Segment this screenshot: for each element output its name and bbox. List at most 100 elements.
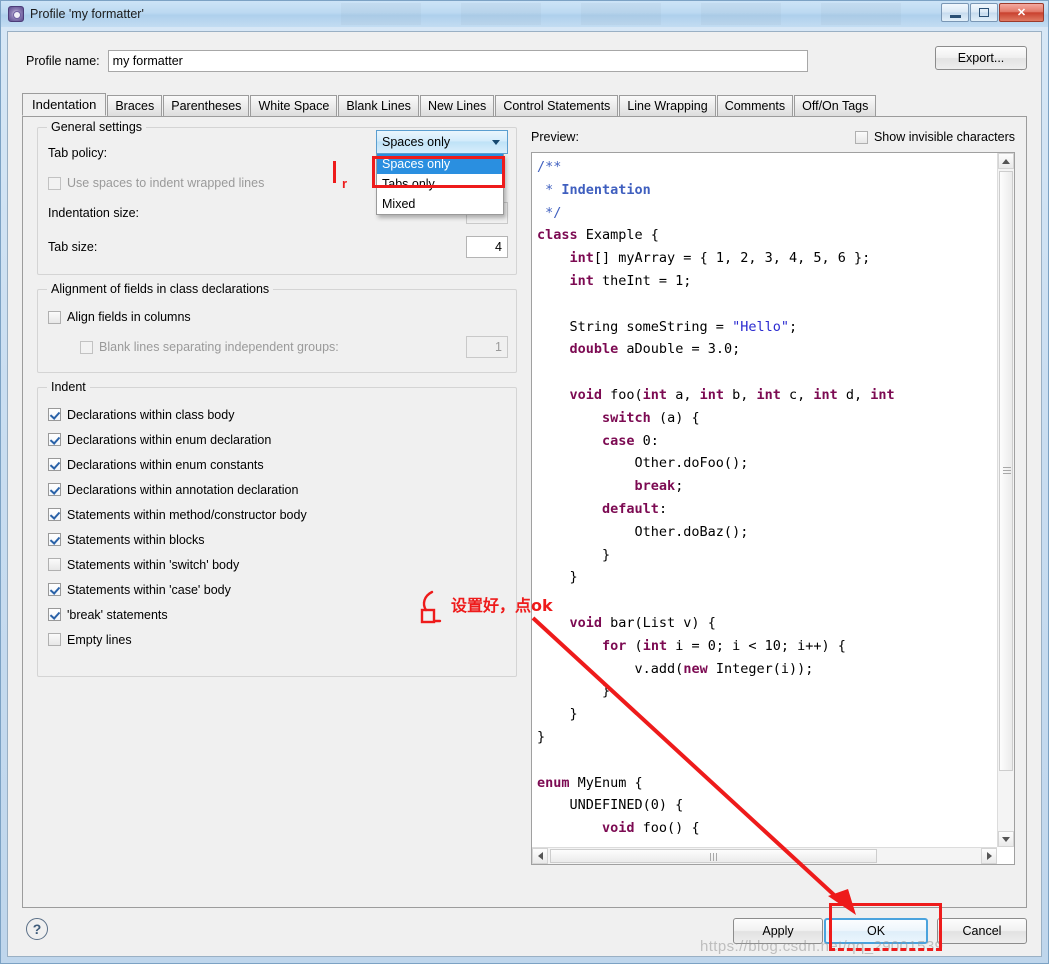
combo-option-spaces-only[interactable]: Spaces only (377, 154, 503, 174)
scroll-up-arrow-icon[interactable] (998, 153, 1014, 169)
combo-option-tabs-only[interactable]: Tabs only (377, 174, 503, 194)
profile-name-input[interactable] (107, 50, 808, 72)
combo-option-mixed[interactable]: Mixed (377, 194, 503, 214)
indent-option-label: Declarations within enum constants (67, 457, 264, 472)
indent-checkbox[interactable] (48, 433, 61, 446)
preview-code-box: /** * Indentation */ class Example { int… (531, 152, 1015, 865)
vertical-scroll-thumb[interactable] (999, 171, 1013, 771)
indent-option-method-body[interactable]: Statements within method/constructor bod… (48, 502, 516, 527)
align-fields-checkbox[interactable] (48, 310, 61, 324)
indent-checkbox[interactable] (48, 408, 61, 421)
show-invisible-characters-row[interactable]: Show invisible characters (854, 130, 1015, 144)
indent-option-case-body[interactable]: Statements within 'case' body (48, 577, 516, 602)
indent-checkbox[interactable] (48, 483, 61, 496)
use-spaces-label: Use spaces to indent wrapped lines (67, 176, 265, 190)
indent-checkbox[interactable] (48, 633, 61, 646)
cancel-button[interactable]: Cancel (937, 918, 1027, 944)
indent-option-class-body[interactable]: Declarations within class body (48, 402, 516, 427)
blank-lines-field[interactable]: 1 (466, 336, 508, 358)
tab-control-statements[interactable]: Control Statements (495, 95, 619, 116)
group-indent-title: Indent (47, 380, 90, 394)
align-fields-label: Align fields in columns (67, 310, 191, 324)
horizontal-scroll-thumb[interactable] (550, 849, 877, 863)
dialog-client-area: Profile name: Export... Indentation Brac… (7, 31, 1042, 957)
tab-policy-label: Tab policy: (48, 146, 108, 160)
tab-panel-indentation: General settings Tab policy: Use spaces … (22, 116, 1027, 908)
help-icon[interactable]: ? (26, 918, 48, 940)
profile-name-row: Profile name: Export... (8, 46, 1041, 76)
indent-option-label: Statements within 'case' body (67, 582, 231, 597)
row-align-fields: Align fields in columns (48, 304, 516, 330)
row-blank-lines-groups: Blank lines separating independent group… (80, 334, 516, 360)
group-alignment: Alignment of fields in class declaration… (37, 282, 517, 373)
dialog-button-bar: ? Apply OK Cancel (8, 908, 1041, 956)
indent-checkbox[interactable] (48, 558, 61, 571)
indent-option-empty-lines[interactable]: Empty lines (48, 627, 516, 652)
indent-option-blocks[interactable]: Statements within blocks (48, 527, 516, 552)
row-tab-size: Tab size: 4 (48, 234, 516, 260)
export-button[interactable]: Export... (935, 46, 1027, 70)
window-title: Profile 'my formatter' (30, 7, 144, 21)
tab-white-space[interactable]: White Space (250, 95, 338, 116)
indent-option-label: Statements within method/constructor bod… (67, 507, 307, 522)
indent-checkbox[interactable] (48, 583, 61, 596)
indent-option-break-statements[interactable]: 'break' statements (48, 602, 516, 627)
show-invisible-label: Show invisible characters (873, 130, 1015, 144)
indent-option-switch-body[interactable]: Statements within 'switch' body (48, 552, 516, 577)
tab-policy-combo-button[interactable]: Spaces only (376, 130, 508, 154)
tab-parentheses[interactable]: Parentheses (163, 95, 250, 116)
maximize-button[interactable] (970, 3, 998, 22)
window-controls: ✕ (941, 3, 1044, 22)
preview-label: Preview: (531, 130, 579, 144)
eclipse-profile-icon (8, 6, 24, 22)
show-invisible-checkbox[interactable] (854, 130, 868, 144)
indent-checkbox[interactable] (48, 533, 61, 546)
indent-checkbox[interactable] (48, 508, 61, 521)
tab-strip: Indentation Braces Parentheses White Spa… (22, 93, 1027, 116)
tab-size-label: Tab size: (48, 240, 98, 254)
indent-option-enum-declaration[interactable]: Declarations within enum declaration (48, 427, 516, 452)
preview-code-text: /** * Indentation */ class Example { int… (537, 159, 895, 837)
chevron-down-icon (492, 140, 500, 145)
indent-option-label: 'break' statements (67, 607, 168, 622)
group-general-settings-title: General settings (47, 120, 147, 134)
dialog-window: Profile 'my formatter' ✕ Profile name: E… (0, 0, 1049, 964)
indent-option-enum-constants[interactable]: Declarations within enum constants (48, 452, 516, 477)
preview-header: Preview: Show invisible characters (531, 127, 1015, 147)
blank-lines-checkbox[interactable] (80, 340, 93, 354)
background-ghost-strip (301, 3, 941, 25)
indent-option-label: Declarations within enum declaration (67, 432, 272, 447)
use-spaces-checkbox[interactable] (48, 176, 61, 190)
preview-vertical-scrollbar[interactable] (997, 153, 1014, 847)
indent-option-label: Declarations within annotation declarati… (67, 482, 299, 497)
blank-lines-label: Blank lines separating independent group… (99, 340, 339, 354)
apply-button[interactable]: Apply (733, 918, 823, 944)
indent-option-label: Empty lines (67, 632, 132, 647)
preview-horizontal-scrollbar[interactable] (532, 847, 997, 864)
tab-policy-combo[interactable]: Spaces only Spaces only Tabs only Mixed (376, 130, 508, 215)
ok-button[interactable]: OK (824, 918, 928, 944)
settings-column: General settings Tab policy: Use spaces … (37, 120, 517, 691)
indent-checkbox[interactable] (48, 458, 61, 471)
tab-comments[interactable]: Comments (716, 95, 794, 116)
tab-policy-combo-list[interactable]: Spaces only Tabs only Mixed (376, 154, 504, 215)
indent-option-label: Statements within blocks (67, 532, 205, 547)
close-button[interactable]: ✕ (999, 3, 1044, 22)
tab-braces[interactable]: Braces (107, 95, 163, 116)
tab-line-wrapping[interactable]: Line Wrapping (619, 95, 716, 116)
tab-off-on-tags[interactable]: Off/On Tags (794, 95, 877, 116)
tab-indentation[interactable]: Indentation (22, 93, 107, 116)
minimize-button[interactable] (941, 3, 969, 22)
scroll-right-arrow-icon[interactable] (981, 848, 997, 864)
indent-option-label: Statements within 'switch' body (67, 557, 240, 572)
indent-checkbox[interactable] (48, 608, 61, 621)
tab-blank-lines[interactable]: Blank Lines (338, 95, 419, 116)
tab-policy-combo-value: Spaces only (382, 135, 451, 149)
indent-option-annotation-declaration[interactable]: Declarations within annotation declarati… (48, 477, 516, 502)
tab-size-field[interactable]: 4 (466, 236, 508, 258)
scroll-down-arrow-icon[interactable] (998, 831, 1014, 847)
tab-new-lines[interactable]: New Lines (419, 95, 495, 116)
indentation-size-label: Indentation size: (48, 206, 140, 220)
indent-option-label: Declarations within class body (67, 407, 235, 422)
scroll-left-arrow-icon[interactable] (532, 848, 548, 864)
